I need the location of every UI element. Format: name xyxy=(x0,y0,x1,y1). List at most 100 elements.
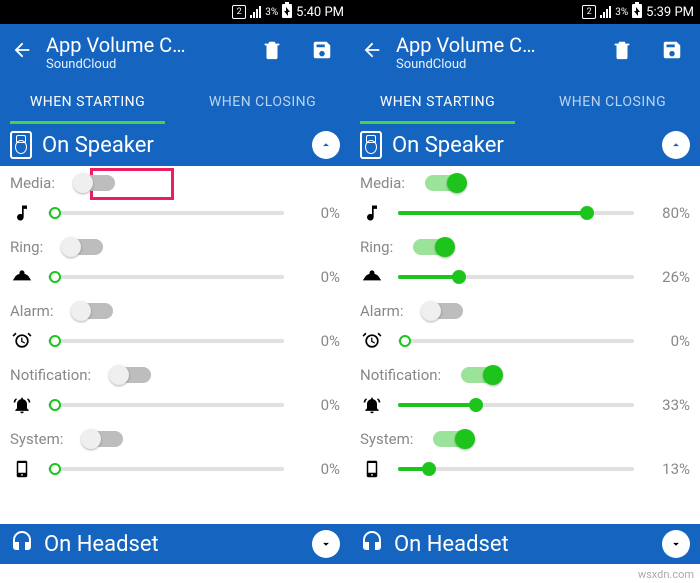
notification-percent: 33% xyxy=(648,396,690,414)
battery-percent: 3% xyxy=(615,7,628,18)
battery-percent: 3% xyxy=(265,7,278,18)
screenshot-pane-1: 2 3% 5:39 PM App Volume C… SoundCloud WH… xyxy=(350,0,700,564)
system-icon xyxy=(10,458,34,480)
alarm-percent: 0% xyxy=(298,332,340,350)
volume-slider[interactable] xyxy=(398,467,634,471)
row-label: Alarm: xyxy=(360,302,403,320)
back-button[interactable] xyxy=(358,39,386,65)
tab-when-closing[interactable]: WHEN CLOSING xyxy=(525,80,700,124)
media-toggle[interactable] xyxy=(425,175,465,191)
volume-row-notification: Notification: 0% xyxy=(0,358,350,422)
volume-slider[interactable] xyxy=(48,467,284,471)
row-label: Alarm: xyxy=(10,302,53,320)
volume-row-ring: Ring: 0% xyxy=(0,230,350,294)
signal-icon xyxy=(250,6,261,18)
alarm-icon xyxy=(10,331,34,351)
system-toggle[interactable] xyxy=(433,431,473,447)
notification-icon xyxy=(360,395,384,415)
ring-toggle[interactable] xyxy=(413,239,453,255)
app-title: App Volume C… xyxy=(396,33,592,57)
row-label: System: xyxy=(10,430,63,448)
app-subtitle: SoundCloud xyxy=(396,57,592,72)
volume-row-media: Media: 80% xyxy=(350,166,700,230)
ring-toggle[interactable] xyxy=(63,239,103,255)
volume-row-media: Media: 0% xyxy=(0,166,350,230)
delete-button[interactable] xyxy=(602,39,642,65)
watermark: wsxdn.com xyxy=(638,568,694,581)
alarm-icon xyxy=(360,331,384,351)
ring-icon xyxy=(360,267,384,287)
tab-bar: WHEN STARTING WHEN CLOSING xyxy=(0,80,350,124)
headset-icon xyxy=(10,529,34,559)
sim-indicator: 2 xyxy=(582,5,596,19)
section-on-speaker[interactable]: On Speaker xyxy=(350,124,700,166)
alarm-toggle[interactable] xyxy=(73,303,113,319)
volume-slider[interactable] xyxy=(48,211,284,215)
speaker-icon xyxy=(10,131,32,159)
save-button[interactable] xyxy=(652,39,692,65)
media-icon xyxy=(360,203,384,223)
row-label: Notification: xyxy=(360,366,441,384)
section-title: On Speaker xyxy=(42,133,154,158)
volume-rows: Media: 0% Ring: 0% Alarm: xyxy=(0,166,350,524)
volume-rows: Media: 80% Ring: 26% Alarm: xyxy=(350,166,700,524)
volume-row-alarm: Alarm: 0% xyxy=(0,294,350,358)
notification-icon xyxy=(10,395,34,415)
row-label: Media: xyxy=(360,174,405,192)
app-bar: App Volume C… SoundCloud xyxy=(350,24,700,80)
expand-button[interactable] xyxy=(312,530,340,558)
notification-percent: 0% xyxy=(298,396,340,414)
volume-slider[interactable] xyxy=(398,275,634,279)
back-button[interactable] xyxy=(8,39,36,65)
app-bar: App Volume C… SoundCloud xyxy=(0,24,350,80)
collapse-button[interactable] xyxy=(312,131,340,159)
tab-when-closing[interactable]: WHEN CLOSING xyxy=(175,80,350,124)
section-title: On Headset xyxy=(44,532,159,557)
collapse-button[interactable] xyxy=(662,131,690,159)
notification-toggle[interactable] xyxy=(111,367,151,383)
tab-when-starting[interactable]: WHEN STARTING xyxy=(0,80,175,124)
ring-percent: 26% xyxy=(648,268,690,286)
row-label: Media: xyxy=(10,174,55,192)
signal-icon xyxy=(600,6,611,18)
tab-bar: WHEN STARTING WHEN CLOSING xyxy=(350,80,700,124)
media-toggle[interactable] xyxy=(75,175,115,191)
save-button[interactable] xyxy=(302,39,342,65)
row-label: System: xyxy=(360,430,413,448)
tab-when-starting[interactable]: WHEN STARTING xyxy=(350,80,525,124)
alarm-toggle[interactable] xyxy=(423,303,463,319)
section-on-speaker[interactable]: On Speaker xyxy=(0,124,350,166)
delete-button[interactable] xyxy=(252,39,292,65)
ring-percent: 0% xyxy=(298,268,340,286)
volume-row-system: System: 0% xyxy=(0,422,350,486)
section-on-headset[interactable]: On Headset xyxy=(0,524,350,564)
volume-slider[interactable] xyxy=(48,339,284,343)
sim-indicator: 2 xyxy=(232,5,246,19)
volume-row-system: System: 13% xyxy=(350,422,700,486)
section-title: On Speaker xyxy=(392,133,504,158)
battery-icon xyxy=(282,2,292,22)
media-icon xyxy=(10,203,34,223)
screenshot-pane-0: 2 3% 5:40 PM App Volume C… SoundCloud WH… xyxy=(0,0,350,564)
media-percent: 0% xyxy=(298,204,340,222)
battery-icon xyxy=(632,2,642,22)
system-toggle[interactable] xyxy=(83,431,123,447)
status-bar: 2 3% 5:40 PM xyxy=(0,0,350,24)
expand-button[interactable] xyxy=(662,530,690,558)
volume-row-ring: Ring: 26% xyxy=(350,230,700,294)
system-percent: 13% xyxy=(648,460,690,478)
notification-toggle[interactable] xyxy=(461,367,501,383)
section-on-headset[interactable]: On Headset xyxy=(350,524,700,564)
volume-slider[interactable] xyxy=(398,211,634,215)
app-subtitle: SoundCloud xyxy=(46,57,242,72)
system-icon xyxy=(360,458,384,480)
headset-icon xyxy=(360,529,384,559)
clock: 5:39 PM xyxy=(646,5,694,20)
volume-slider[interactable] xyxy=(48,275,284,279)
speaker-icon xyxy=(360,131,382,159)
row-label: Notification: xyxy=(10,366,91,384)
system-percent: 0% xyxy=(298,460,340,478)
volume-slider[interactable] xyxy=(48,403,284,407)
volume-slider[interactable] xyxy=(398,403,634,407)
volume-slider[interactable] xyxy=(398,339,634,343)
